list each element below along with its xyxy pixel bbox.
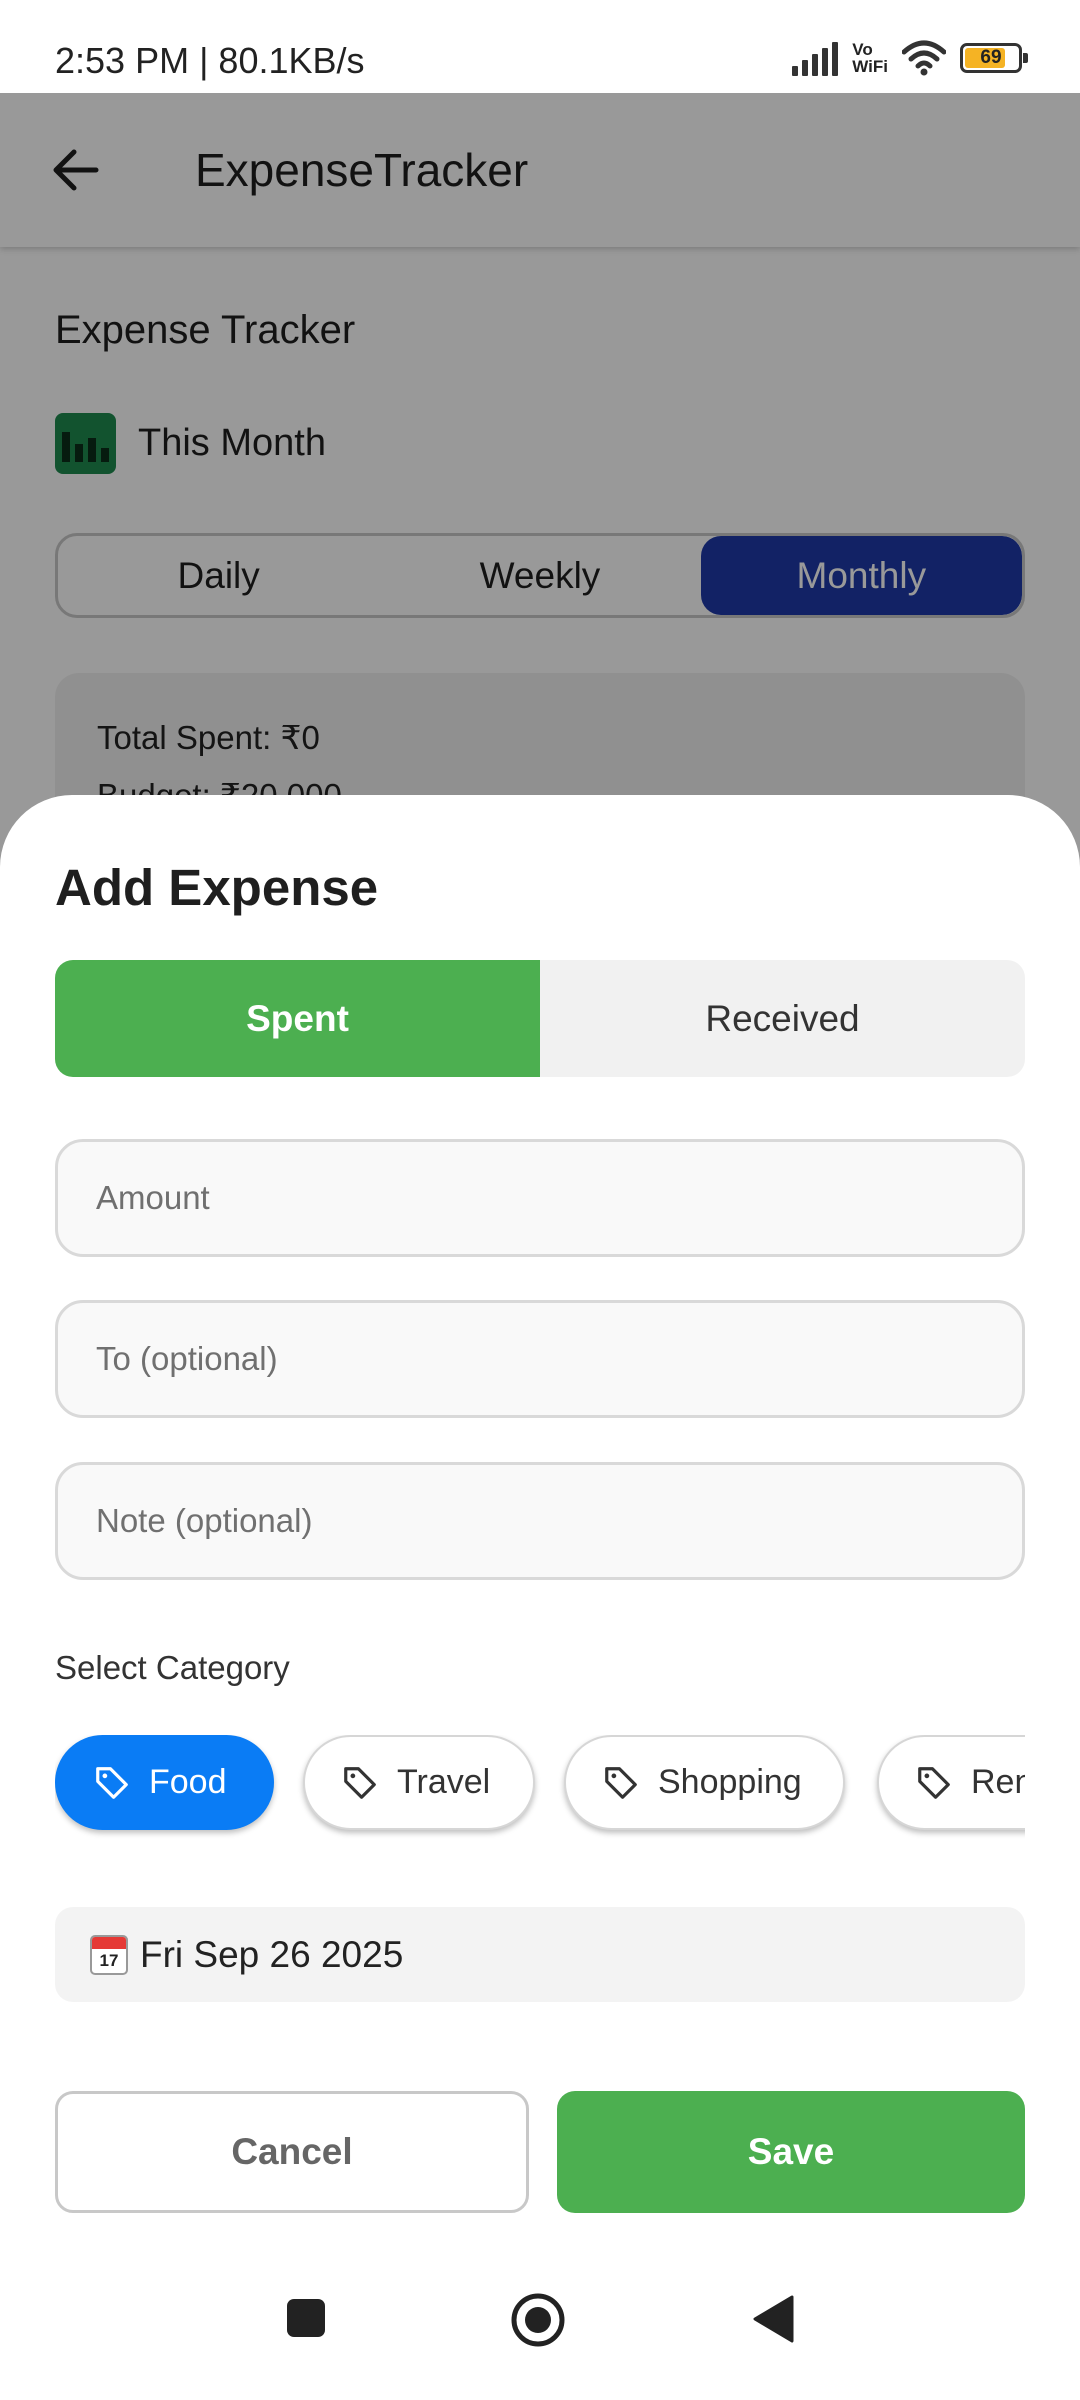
- calendar-icon: 17: [90, 1934, 128, 1975]
- category-chip-rent[interactable]: Rent: [877, 1735, 1025, 1830]
- status-icons: Vo WiFi 69: [792, 36, 1028, 80]
- category-label: Select Category: [55, 1649, 290, 1686]
- battery-level: 69: [980, 47, 1002, 68]
- category-chips: Food Travel Shopping Rent: [55, 1735, 1025, 1855]
- date-picker[interactable]: 17 Fri Sep 26 2025: [55, 1907, 1025, 2002]
- square-icon: [287, 2299, 325, 2337]
- chip-label: Shopping: [658, 1763, 802, 1801]
- home-button[interactable]: [510, 2292, 566, 2348]
- wifi-icon: [902, 40, 946, 76]
- expense-type-toggle: Spent Received: [55, 960, 1025, 1077]
- triangle-back-icon: [753, 2295, 794, 2343]
- cancel-button[interactable]: Cancel: [55, 2091, 529, 2213]
- tab-received[interactable]: Received: [540, 960, 1025, 1077]
- save-button[interactable]: Save: [557, 2091, 1025, 2213]
- tag-icon: [96, 1766, 128, 1799]
- status-bar: 2:53 PM | 80.1KB/s Vo WiFi 69: [0, 0, 1080, 93]
- recents-button[interactable]: [286, 2298, 326, 2338]
- vowifi-icon: Vo WiFi: [852, 40, 888, 76]
- amount-input[interactable]: [55, 1139, 1025, 1257]
- category-chip-food[interactable]: Food: [55, 1735, 274, 1830]
- category-chip-shopping[interactable]: Shopping: [564, 1735, 845, 1830]
- back-nav-button[interactable]: [752, 2294, 794, 2344]
- add-expense-sheet: Add Expense Spent Received Select Catego…: [0, 795, 1080, 2400]
- note-input[interactable]: [55, 1462, 1025, 1580]
- tag-icon: [605, 1766, 637, 1799]
- tag-icon: [344, 1766, 376, 1799]
- chip-label: Food: [149, 1763, 227, 1801]
- to-input[interactable]: [55, 1300, 1025, 1418]
- selected-date: Fri Sep 26 2025: [140, 1933, 404, 1975]
- tag-icon: [918, 1766, 950, 1799]
- signal-icon: [792, 40, 839, 76]
- home-circle-icon: [511, 2293, 565, 2347]
- chip-label: Rent: [971, 1763, 1025, 1801]
- category-chip-travel[interactable]: Travel: [303, 1735, 535, 1830]
- system-nav-bar: [0, 2250, 1080, 2400]
- tab-spent[interactable]: Spent: [55, 960, 540, 1077]
- status-time: 2:53 PM | 80.1KB/s: [55, 40, 365, 81]
- chip-label: Travel: [397, 1763, 491, 1801]
- sheet-title: Add Expense: [55, 859, 379, 916]
- battery-icon: 69: [960, 43, 1028, 73]
